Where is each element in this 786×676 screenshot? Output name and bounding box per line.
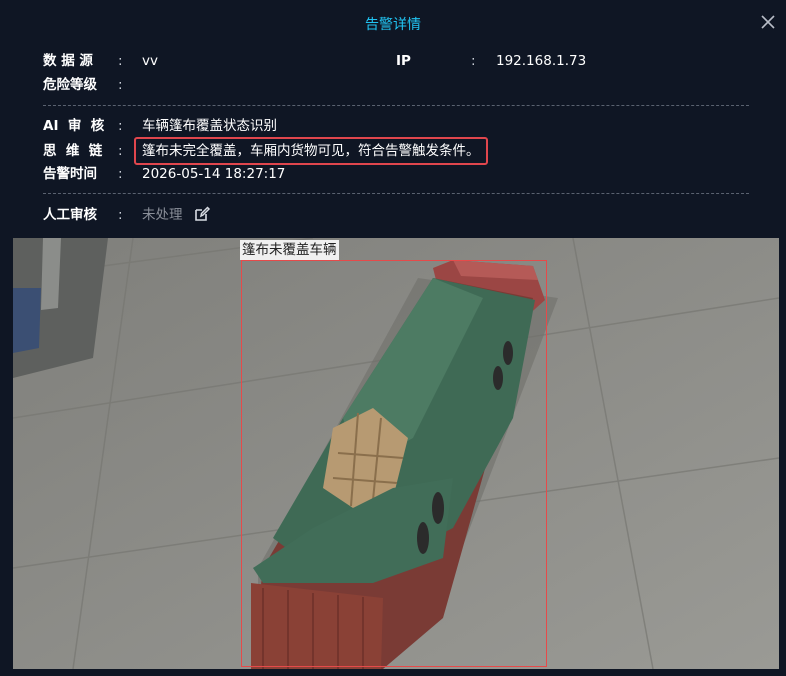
data-source-row: 数 据 源 : vv bbox=[43, 51, 158, 71]
ip-label: IP bbox=[396, 53, 411, 69]
colon: : bbox=[118, 77, 123, 93]
danger-level-row: 危险等级 : bbox=[43, 75, 142, 95]
chain-row: 思 维 链 : 篷布未完全覆盖，车厢内货物可见，符合告警触发条件。 bbox=[43, 137, 488, 165]
dialog-title: 告警详情 bbox=[365, 17, 421, 33]
ai-review-value: 车辆篷布覆盖状态识别 bbox=[142, 118, 277, 134]
chain-label: 思 维 链 bbox=[43, 143, 103, 159]
colon: : bbox=[118, 166, 123, 182]
chain-value: 篷布未完全覆盖，车厢内货物可见，符合告警触发条件。 bbox=[134, 137, 488, 165]
detection-box bbox=[241, 260, 547, 667]
colon: : bbox=[118, 53, 123, 69]
ip-value: 192.168.1.73 bbox=[496, 53, 587, 69]
colon: : bbox=[118, 118, 123, 134]
colon: : bbox=[118, 207, 123, 223]
alarm-time-label: 告警时间 bbox=[43, 166, 97, 182]
edit-icon[interactable] bbox=[193, 205, 211, 223]
alarm-time-row: 告警时间 : 2026-05-14 18:27:17 bbox=[43, 164, 285, 184]
divider bbox=[43, 193, 749, 194]
alarm-detail-dialog: 告警详情 数 据 源 : vv IP : 192.168.1.73 危险等级 :… bbox=[0, 0, 786, 676]
ai-review-label: AI 审 核 bbox=[43, 118, 105, 134]
data-source-value: vv bbox=[142, 53, 158, 69]
ai-review-row: AI 审 核 : 车辆篷布覆盖状态识别 bbox=[43, 116, 277, 136]
data-source-label: 数 据 源 bbox=[43, 53, 93, 69]
detection-label: 篷布未覆盖车辆 bbox=[240, 240, 339, 260]
divider bbox=[43, 105, 749, 106]
alarm-time-value: 2026-05-14 18:27:17 bbox=[142, 166, 286, 182]
manual-review-row: 人工审核 : 未处理 bbox=[43, 205, 211, 225]
manual-review-value: 未处理 bbox=[142, 207, 183, 223]
manual-review-label: 人工审核 bbox=[43, 207, 97, 223]
close-icon[interactable] bbox=[758, 12, 778, 32]
danger-level-label: 危险等级 bbox=[43, 77, 97, 93]
ip-colon: : bbox=[471, 53, 476, 69]
